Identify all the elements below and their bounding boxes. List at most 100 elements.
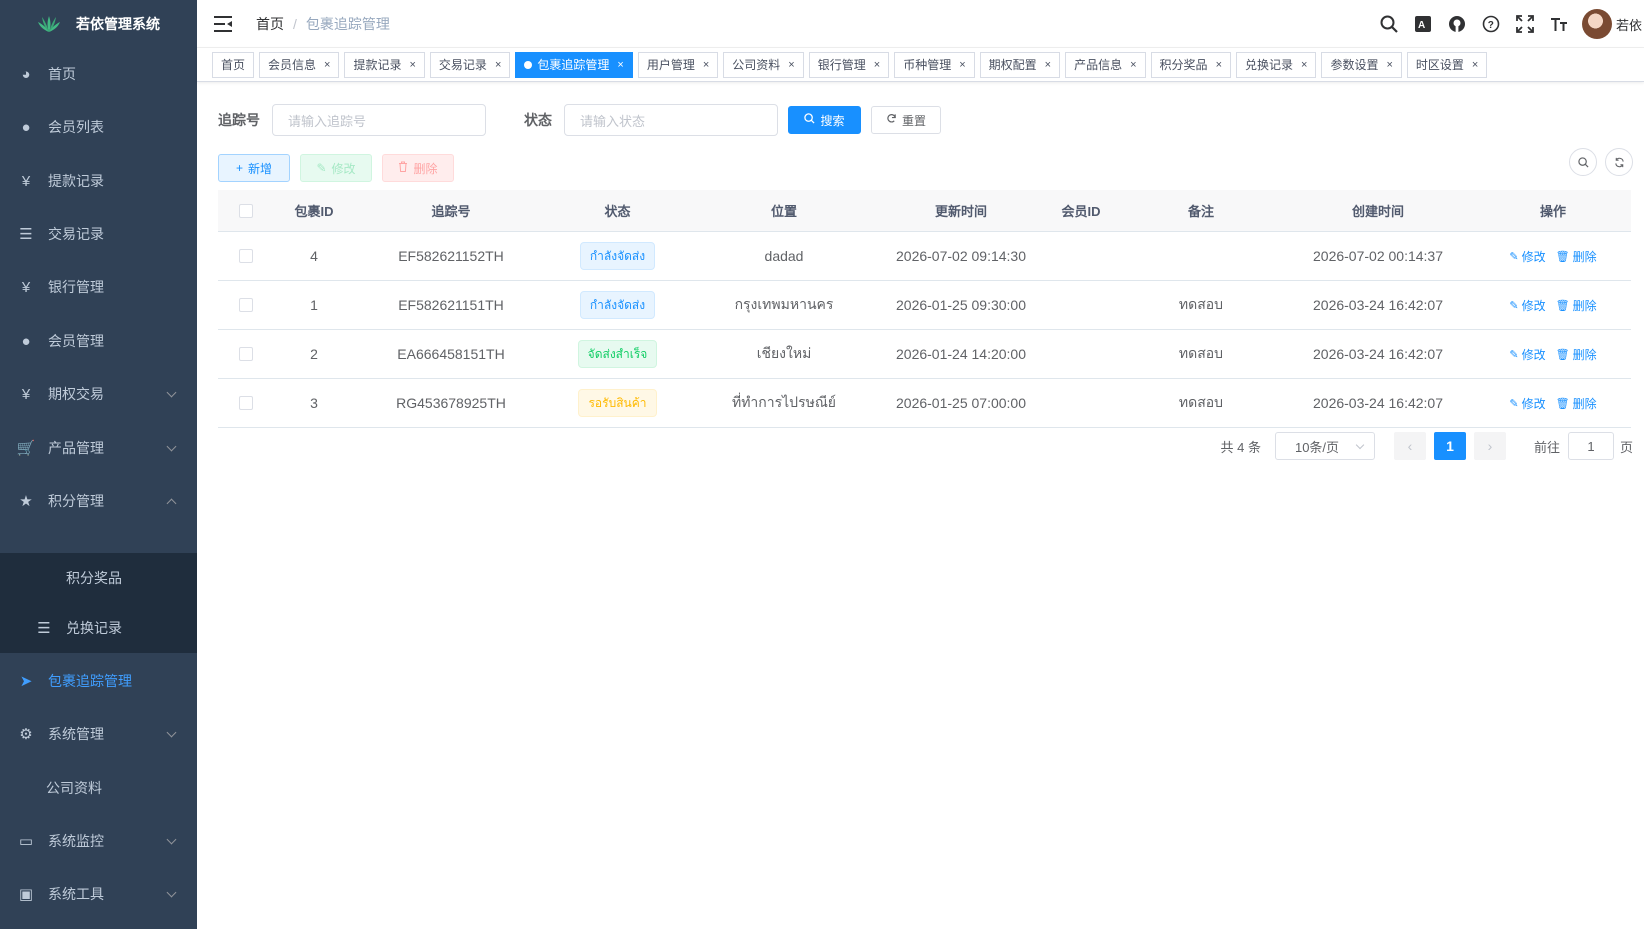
hamburger-icon[interactable] — [214, 15, 232, 32]
row-delete-button[interactable]: 🗑 删除 — [1556, 297, 1597, 314]
cell-tracking: RG453678925TH — [396, 395, 506, 411]
sidebar-item-5[interactable]: ● 会员管理 — [0, 313, 197, 369]
close-icon[interactable]: × — [959, 53, 965, 77]
refresh-button[interactable] — [1605, 148, 1633, 176]
tag-5[interactable]: 用户管理 × — [637, 51, 719, 78]
close-icon[interactable]: × — [324, 53, 330, 77]
logo[interactable]: 若依管理系统 — [0, 0, 197, 48]
cell-remark: ทดสอบ — [1178, 296, 1224, 312]
chevron-down-icon — [166, 887, 177, 898]
sidebar-item-7[interactable]: 🛒 产品管理 — [0, 420, 197, 476]
goto-input[interactable]: 1 — [1567, 432, 1614, 460]
table-row: 2 EA666458151TH จัดส่งสำเร็จ เชียงใหม่ 2026-… — [218, 330, 1631, 379]
edit-button[interactable]: ✎ 修改 — [300, 154, 372, 182]
status-input[interactable]: 请输入状态 — [564, 104, 778, 136]
sidebar-item-11[interactable]: ➤ 包裹追踪管理 — [0, 653, 197, 709]
search-button[interactable]: 搜索 — [788, 106, 861, 134]
sidebar-item-9[interactable]: 积分奖品 — [0, 553, 197, 603]
row-checkbox[interactable] — [239, 347, 253, 361]
user-name[interactable]: 若依 — [1616, 15, 1644, 34]
close-icon[interactable]: × — [1045, 53, 1051, 77]
row-edit-button[interactable]: ✎ 修改 — [1509, 248, 1545, 265]
next-page-button[interactable]: › — [1473, 432, 1506, 460]
row-edit-button[interactable]: ✎ 修改 — [1509, 297, 1545, 314]
tag-0[interactable]: 首页 — [212, 51, 255, 78]
sidebar-item-15[interactable]: ▣ 系统工具 — [0, 866, 197, 922]
cart-icon: 🛒 — [16, 440, 36, 457]
column-header: 位置 — [770, 204, 797, 219]
tag-7[interactable]: 银行管理 × — [808, 51, 890, 78]
sidebar-item-3[interactable]: ☰ 交易记录 — [0, 206, 197, 262]
sidebar-item-6[interactable]: ¥ 期权交易 — [0, 366, 197, 422]
cell-updated: 2026-01-24 14:20:00 — [896, 346, 1026, 362]
tag-1[interactable]: 会员信息 × — [259, 51, 340, 78]
prev-page-button[interactable]: ‹ — [1393, 432, 1426, 460]
sidebar-item-4[interactable]: ¥ 银行管理 — [0, 259, 197, 315]
close-icon[interactable]: × — [1386, 53, 1392, 77]
table-header: 包裹ID 追踪号 状态 位置 更新时间 会员ID 备注 创建时间 操作 — [218, 190, 1631, 232]
fullscreen-icon[interactable] — [1514, 13, 1536, 35]
row-delete-button[interactable]: 🗑 删除 — [1556, 395, 1597, 412]
breadcrumb-home[interactable]: 首页 — [256, 14, 284, 34]
close-icon[interactable]: × — [1472, 53, 1478, 77]
sidebar-item-10[interactable]: ☰ 兑换记录 — [0, 603, 197, 653]
row-delete-label: 删除 — [1572, 347, 1597, 362]
cell-location: เชียงใหม่ — [756, 345, 812, 361]
row-delete-button[interactable]: 🗑 删除 — [1556, 346, 1597, 363]
cell-id: 4 — [310, 248, 318, 264]
close-icon[interactable]: × — [1130, 53, 1136, 77]
reset-button[interactable]: 重置 — [871, 106, 941, 134]
sidebar-item-12[interactable]: ⚙ 系统管理 — [0, 706, 197, 762]
close-icon[interactable]: × — [495, 53, 501, 77]
github-icon[interactable] — [1446, 13, 1468, 35]
column-header: 追踪号 — [431, 204, 471, 219]
row-delete-button[interactable]: 🗑 删除 — [1556, 248, 1597, 265]
close-icon[interactable]: × — [1301, 53, 1307, 77]
add-button[interactable]: + 新增 — [218, 154, 290, 182]
sidebar-item-14[interactable]: ▭ 系统监控 — [0, 813, 197, 869]
tag-2[interactable]: 提款记录 × — [344, 51, 425, 78]
font-size-icon[interactable] — [1548, 13, 1570, 35]
close-icon[interactable]: × — [1216, 53, 1222, 77]
tag-8[interactable]: 币种管理 × — [894, 51, 975, 78]
refresh-icon — [886, 113, 897, 127]
goto-label: 前往 — [1533, 439, 1560, 455]
search-icon[interactable] — [1378, 13, 1400, 35]
sidebar-item-1[interactable]: ● 会员列表 — [0, 99, 197, 155]
row-edit-button[interactable]: ✎ 修改 — [1509, 346, 1545, 363]
row-checkbox[interactable] — [239, 249, 253, 263]
close-icon[interactable]: × — [617, 53, 623, 77]
tag-4[interactable]: 包裹追踪管理 × — [515, 51, 633, 78]
row-checkbox[interactable] — [239, 298, 253, 312]
close-icon[interactable]: × — [703, 53, 709, 77]
dashboard-icon: ◕ — [21, 65, 31, 83]
avatar[interactable] — [1582, 9, 1612, 39]
select-all-checkbox[interactable] — [239, 203, 253, 218]
close-icon[interactable]: × — [409, 53, 415, 77]
list-icon: ☰ — [37, 620, 51, 637]
tag-12[interactable]: 兑换记录 × — [1236, 51, 1317, 78]
tag-9[interactable]: 期权配置 × — [979, 51, 1061, 78]
question-icon[interactable]: ? — [1480, 13, 1502, 35]
tag-13[interactable]: 参数设置 × — [1321, 51, 1402, 78]
row-checkbox[interactable] — [239, 396, 253, 410]
close-icon[interactable]: × — [874, 53, 880, 77]
close-icon[interactable]: × — [788, 53, 794, 77]
tag-10[interactable]: 产品信息 × — [1065, 51, 1146, 78]
translate-icon[interactable]: A — [1412, 13, 1434, 35]
sidebar-item-0[interactable]: ◕ 首页 — [0, 46, 197, 102]
tag-3[interactable]: 交易记录 × — [429, 51, 511, 78]
tag-11[interactable]: 积分奖品 × — [1150, 51, 1231, 78]
tag-14[interactable]: 时区设置 × — [1406, 51, 1488, 78]
delete-button[interactable]: 删除 — [382, 154, 454, 182]
toggle-search-button[interactable] — [1569, 148, 1597, 176]
page-size-select[interactable]: 10条/页 — [1274, 432, 1375, 460]
tracking-input[interactable]: 请输入追踪号 — [272, 104, 486, 136]
row-edit-button[interactable]: ✎ 修改 — [1509, 395, 1545, 412]
tag-6[interactable]: 公司资料 × — [723, 51, 804, 78]
sidebar-item-8[interactable]: ★ 积分管理 — [0, 473, 197, 529]
app-title: 若依管理系统 — [76, 16, 160, 32]
sidebar-item-2[interactable]: ¥ 提款记录 — [0, 153, 197, 209]
page-number[interactable]: 1 — [1433, 432, 1466, 460]
sidebar-item-13[interactable]: 公司资料 — [0, 760, 197, 816]
